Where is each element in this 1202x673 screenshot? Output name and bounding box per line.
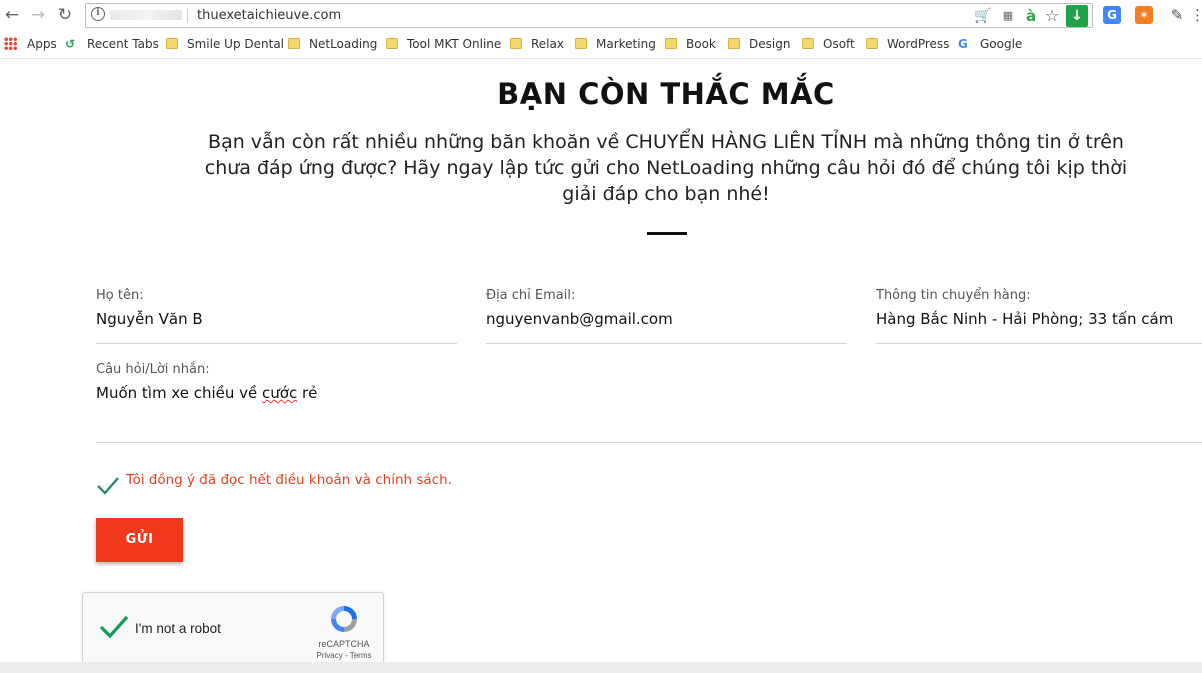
bookmark-osoft[interactable]: Osoft	[802, 35, 855, 53]
bookmark-design[interactable]: Design	[728, 35, 790, 53]
submit-button[interactable]: GỬI	[96, 518, 183, 562]
vietnamese-input-icon[interactable]: à	[1022, 7, 1040, 25]
folder-icon	[665, 38, 677, 49]
bookmark-wordpress[interactable]: WordPress	[866, 35, 949, 53]
recaptcha-label[interactable]: I'm not a robot	[135, 621, 221, 636]
reload-icon[interactable]: ↻	[55, 5, 75, 25]
address-separator	[187, 8, 188, 23]
apps-grid-icon	[4, 37, 17, 50]
email-input[interactable]: nguyenvanb@gmail.com	[486, 310, 673, 328]
folder-icon	[575, 38, 587, 49]
page-description: Bạn vẫn còn rất nhiều những băn khoăn về…	[204, 131, 1128, 205]
hubspot-icon[interactable]: ✶	[1135, 6, 1153, 24]
name-input[interactable]: Nguyễn Văn B	[96, 310, 203, 328]
url-text[interactable]: thuexetaichieuve.com	[197, 8, 341, 23]
address-bar[interactable]: i thuexetaichieuve.com 🛒 ▦ à ☆ ↓	[85, 3, 1093, 28]
name-field[interactable]: Họ tên: Nguyễn Văn B	[96, 288, 203, 328]
bottom-scroll-area	[0, 662, 1202, 673]
folder-icon	[510, 38, 522, 49]
browser-chrome: ← → ↻ i thuexetaichieuve.com 🛒 ▦ à ☆ ↓ G…	[0, 0, 1202, 59]
forward-arrow-icon[interactable]: →	[28, 5, 48, 25]
recaptcha-brand: reCAPTCHA	[318, 639, 370, 649]
misspelled-word: cước	[262, 384, 298, 402]
site-info-icon[interactable]: i	[91, 7, 105, 21]
bookmarks-bar: Apps ↺ Recent Tabs Smile Up Dental NetLoa…	[0, 33, 1202, 55]
name-underline	[96, 343, 457, 344]
folder-icon	[288, 38, 300, 49]
checkmark-icon[interactable]	[96, 474, 120, 498]
message-underline	[96, 442, 1202, 443]
bookmark-tool-mkt-online[interactable]: Tool MKT Online	[386, 35, 501, 53]
shopping-cart-icon[interactable]: 🛒	[974, 7, 992, 25]
google-translate-icon[interactable]: G	[1103, 6, 1121, 24]
shipping-label: Thông tin chuyển hàng:	[876, 288, 1031, 303]
back-arrow-icon[interactable]: ←	[2, 5, 22, 25]
bookmark-relax[interactable]: Relax	[510, 35, 564, 53]
eyedropper-icon[interactable]: ✎	[1168, 6, 1186, 24]
google-icon: G	[958, 37, 968, 51]
folder-icon	[386, 38, 398, 49]
message-field[interactable]: Câu hỏi/Lời nhắn: Muốn tìm xe chiều về c…	[96, 362, 317, 402]
folder-icon	[866, 38, 878, 49]
download-icon[interactable]: ↓	[1066, 5, 1088, 27]
blurred-url-prefix	[110, 10, 182, 20]
email-underline	[486, 343, 847, 344]
folder-icon	[166, 38, 178, 49]
name-label: Họ tên:	[96, 288, 144, 303]
recaptcha-logo-icon	[331, 606, 357, 632]
bookmark-google[interactable]: G Google	[958, 35, 1022, 53]
recaptcha-links[interactable]: Privacy - Terms	[309, 651, 379, 660]
history-icon: ↺	[65, 37, 76, 51]
menu-icon[interactable]: ⋮	[1190, 6, 1202, 24]
shipping-field[interactable]: Thông tin chuyển hàng: Hàng Bắc Ninh - H…	[876, 288, 1173, 328]
folder-icon	[728, 38, 740, 49]
message-label: Câu hỏi/Lời nhắn:	[96, 362, 210, 377]
shipping-underline	[876, 343, 1202, 344]
bookmark-smile-up-dental[interactable]: Smile Up Dental	[166, 35, 284, 53]
bookmark-marketing[interactable]: Marketing	[575, 35, 656, 53]
page-content: BẠN CÒN THẮC MẮC Bạn vẫn còn rất nhiều n…	[0, 59, 1202, 664]
bookmark-star-icon[interactable]: ☆	[1043, 7, 1061, 25]
message-input[interactable]: Muốn tìm xe chiều về cước rẻ	[96, 384, 317, 402]
title-divider	[647, 232, 687, 235]
email-label: Địa chỉ Email:	[486, 288, 576, 303]
folder-icon	[802, 38, 814, 49]
bookmark-recent-tabs[interactable]: ↺ Recent Tabs	[65, 35, 159, 53]
bookmark-book[interactable]: Book	[665, 35, 716, 53]
consent-text[interactable]: Tôi đồng ý đã đọc hết điều khoản và chín…	[126, 472, 452, 488]
page-title: BẠN CÒN THẮC MẮC	[497, 77, 835, 111]
recaptcha-checkmark-icon[interactable]	[98, 613, 130, 641]
shipping-input[interactable]: Hàng Bắc Ninh - Hải Phòng; 33 tấn cám	[876, 310, 1173, 328]
recaptcha-widget: I'm not a robot reCAPTCHA Privacy - Term…	[82, 592, 384, 664]
translate-icon[interactable]: ▦	[999, 7, 1017, 25]
bookmark-apps[interactable]: Apps	[4, 35, 57, 53]
email-field[interactable]: Địa chỉ Email: nguyenvanb@gmail.com	[486, 288, 673, 328]
bookmark-netloading[interactable]: NetLoading	[288, 35, 377, 53]
